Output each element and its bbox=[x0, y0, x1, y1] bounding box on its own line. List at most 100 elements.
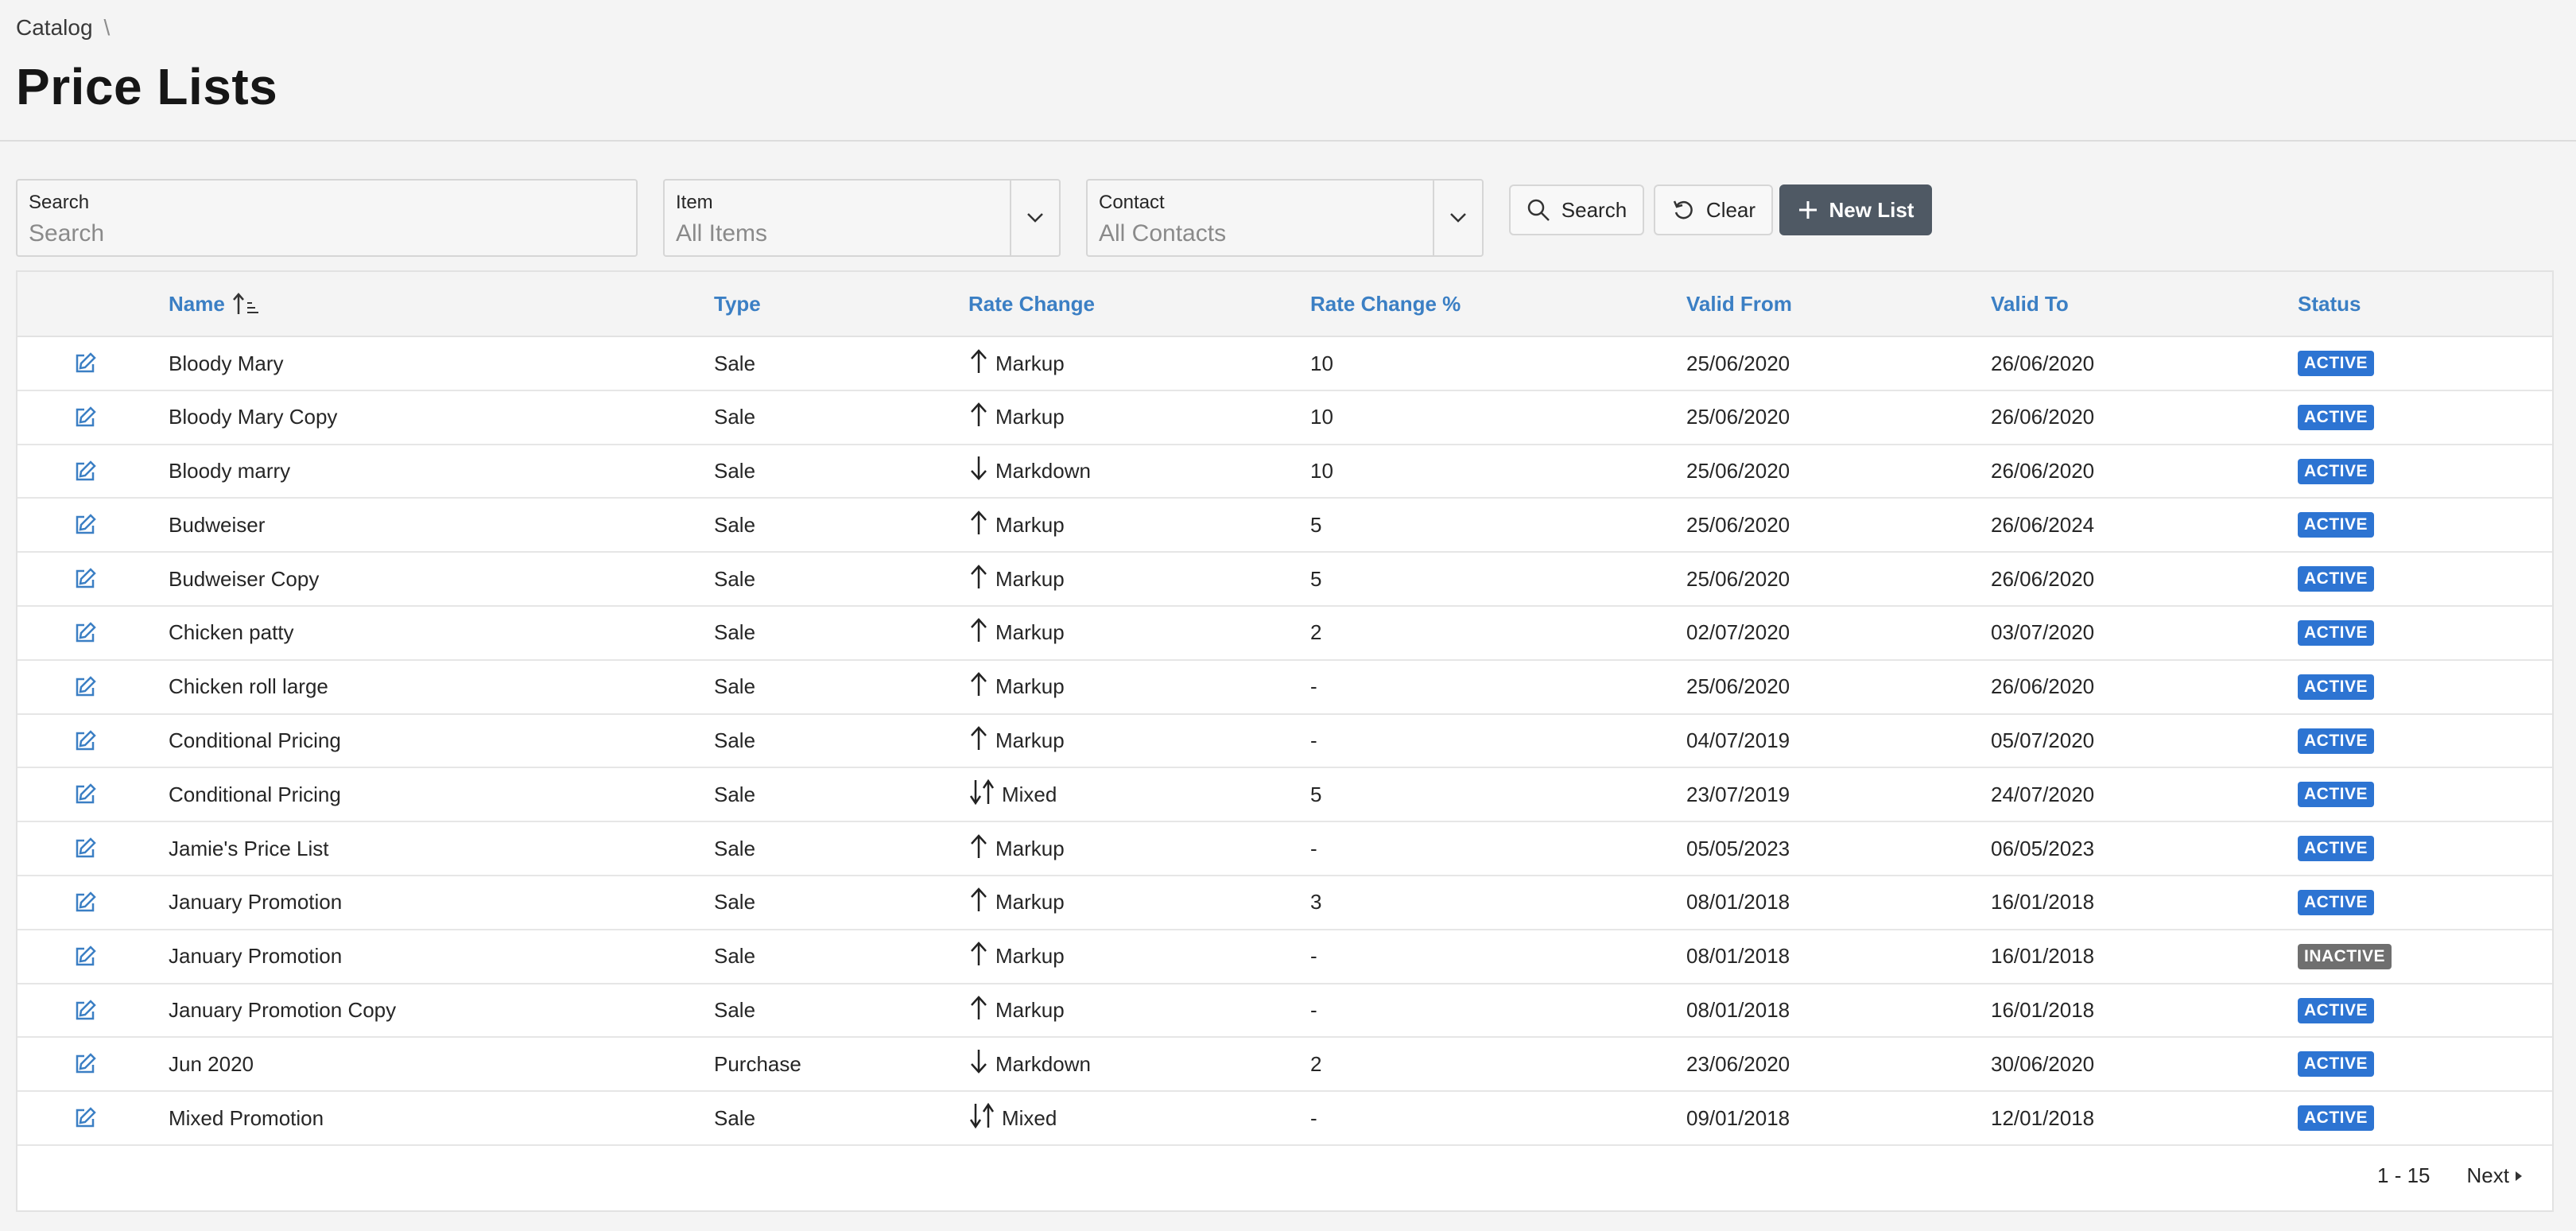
chevron-down-icon[interactable] bbox=[1433, 181, 1482, 255]
table-row[interactable]: Bloody marry Sale Markdown 10 25/06/2020 26/0… bbox=[17, 445, 2552, 499]
rate-change-label: Markup bbox=[995, 512, 1065, 537]
edit-icon[interactable] bbox=[73, 391, 97, 444]
row-valid-from: 25/06/2020 bbox=[1686, 405, 1790, 429]
row-valid-from: 08/01/2018 bbox=[1686, 890, 1790, 915]
search-input[interactable]: Search Search bbox=[16, 179, 638, 257]
edit-icon[interactable] bbox=[73, 445, 97, 498]
column-header-valid-to[interactable]: Valid To bbox=[1991, 272, 2069, 336]
row-rate-change: Markup bbox=[968, 822, 1065, 875]
row-name[interactable]: January Promotion bbox=[169, 930, 342, 983]
row-rate-change-pct: 2 bbox=[1310, 620, 1322, 645]
arrow-down-icon bbox=[968, 1048, 989, 1081]
row-status: ACTIVE bbox=[2298, 445, 2375, 498]
arrow-up-icon bbox=[968, 509, 989, 542]
status-badge: ACTIVE bbox=[2298, 782, 2375, 808]
row-name[interactable]: January Promotion Copy bbox=[169, 984, 396, 1037]
table-row[interactable]: Jamie's Price List Sale Markup - 05/05/2023 0… bbox=[17, 822, 2552, 876]
edit-icon[interactable] bbox=[73, 822, 97, 875]
row-status: ACTIVE bbox=[2298, 715, 2375, 767]
edit-icon[interactable] bbox=[73, 661, 97, 713]
table-row[interactable]: Conditional Pricing Sale Markup - 04/07/2019… bbox=[17, 715, 2552, 769]
row-type: Sale bbox=[714, 405, 756, 429]
row-name[interactable]: Chicken roll large bbox=[169, 661, 328, 713]
row-status: ACTIVE bbox=[2298, 1092, 2375, 1144]
row-name[interactable]: Bloody Mary Copy bbox=[169, 391, 337, 444]
row-valid-from: 25/06/2020 bbox=[1686, 459, 1790, 483]
new-list-button[interactable]: New List bbox=[1779, 184, 1932, 235]
item-select[interactable]: Item All Items bbox=[663, 179, 1061, 257]
chevron-down-icon[interactable] bbox=[1010, 181, 1059, 255]
breadcrumb-catalog[interactable]: Catalog bbox=[16, 15, 93, 41]
column-header-type[interactable]: Type bbox=[714, 272, 761, 336]
arrow-up-icon bbox=[968, 994, 989, 1027]
row-name[interactable]: Conditional Pricing bbox=[169, 768, 341, 821]
row-name[interactable]: Mixed Promotion bbox=[169, 1092, 324, 1144]
row-rate-change-pct: 5 bbox=[1310, 566, 1322, 591]
row-rate-change: Markup bbox=[968, 499, 1065, 551]
clear-button-label: Clear bbox=[1705, 197, 1756, 222]
row-name[interactable]: Conditional Pricing bbox=[169, 715, 341, 767]
table-row[interactable]: Jun 2020 Purchase Markdown 2 23/06/2020 30/06… bbox=[17, 1038, 2552, 1093]
row-rate-change-pct: - bbox=[1310, 836, 1317, 860]
row-name[interactable]: Chicken patty bbox=[169, 607, 294, 659]
table-row[interactable]: Budweiser Sale Markup 5 25/06/2020 26/06/2024… bbox=[17, 499, 2552, 553]
pagination: 1 - 15 Next bbox=[2377, 1163, 2524, 1188]
edit-icon[interactable] bbox=[73, 1092, 97, 1144]
edit-icon[interactable] bbox=[73, 499, 97, 551]
row-valid-to: 16/01/2018 bbox=[1991, 890, 2095, 915]
table-row[interactable]: Bloody Mary Sale Markup 10 25/06/2020 26/06/2… bbox=[17, 337, 2552, 391]
edit-icon[interactable] bbox=[73, 553, 97, 605]
table-row[interactable]: January Promotion Sale Markup - 08/01/2018 16… bbox=[17, 930, 2552, 984]
row-name[interactable]: Budweiser bbox=[169, 499, 265, 551]
edit-icon[interactable] bbox=[73, 715, 97, 767]
edit-icon[interactable] bbox=[73, 984, 97, 1037]
row-valid-from: 09/01/2018 bbox=[1686, 1105, 1790, 1130]
table-row[interactable]: Budweiser Copy Sale Markup 5 25/06/2020 26/06… bbox=[17, 553, 2552, 607]
rate-change-label: Mixed bbox=[1002, 1105, 1057, 1130]
column-header-name[interactable]: Name bbox=[169, 272, 260, 336]
table-row[interactable]: Chicken patty Sale Markup 2 02/07/2020 03/07/… bbox=[17, 607, 2552, 661]
rate-change-label: Markup bbox=[995, 728, 1065, 753]
table-row[interactable]: January Promotion Copy Sale Markup - 08/01/2… bbox=[17, 984, 2552, 1039]
row-type: Sale bbox=[714, 674, 756, 699]
row-valid-from: 23/06/2020 bbox=[1686, 1051, 1790, 1076]
row-name[interactable]: Jamie's Price List bbox=[169, 822, 328, 875]
search-button-label: Search bbox=[1561, 197, 1627, 222]
row-name[interactable]: Jun 2020 bbox=[169, 1038, 254, 1090]
row-name[interactable]: Budweiser Copy bbox=[169, 553, 319, 605]
edit-icon[interactable] bbox=[73, 607, 97, 659]
row-status: ACTIVE bbox=[2298, 768, 2375, 821]
column-header-rate-change-pct[interactable]: Rate Change % bbox=[1310, 272, 1461, 336]
column-header-valid-from[interactable]: Valid From bbox=[1686, 272, 1792, 336]
row-name[interactable]: Bloody Mary bbox=[169, 337, 284, 390]
row-type: Sale bbox=[714, 998, 756, 1023]
row-rate-change: Markup bbox=[968, 553, 1065, 605]
column-header-rate-change[interactable]: Rate Change bbox=[968, 272, 1095, 336]
sort-ascending-icon[interactable] bbox=[231, 292, 260, 316]
search-button[interactable]: Search bbox=[1509, 184, 1644, 235]
rate-change-label: Markup bbox=[995, 998, 1065, 1023]
edit-icon[interactable] bbox=[73, 337, 97, 390]
contact-select[interactable]: Contact All Contacts bbox=[1086, 179, 1484, 257]
column-name-label: Name bbox=[169, 291, 225, 316]
row-rate-change: Markup bbox=[968, 984, 1065, 1037]
row-name[interactable]: Bloody marry bbox=[169, 445, 290, 498]
row-status: ACTIVE bbox=[2298, 984, 2375, 1037]
row-rate-change-pct: 10 bbox=[1310, 405, 1333, 429]
next-page-button[interactable]: Next bbox=[2467, 1163, 2524, 1188]
arrow-up-icon bbox=[968, 670, 989, 703]
table-row[interactable]: Conditional Pricing Sale Mixed 5 23/07/2019 2… bbox=[17, 768, 2552, 823]
clear-button[interactable]: Clear bbox=[1654, 184, 1773, 235]
row-rate-change-pct: 5 bbox=[1310, 512, 1322, 537]
edit-icon[interactable] bbox=[73, 768, 97, 821]
edit-icon[interactable] bbox=[73, 930, 97, 983]
table-row[interactable]: January Promotion Sale Markup 3 08/01/2018 16… bbox=[17, 876, 2552, 930]
row-name[interactable]: January Promotion bbox=[169, 876, 342, 929]
column-header-status[interactable]: Status bbox=[2298, 272, 2361, 336]
row-rate-change-pct: 10 bbox=[1310, 351, 1333, 375]
table-row[interactable]: Chicken roll large Sale Markup - 25/06/2020 2… bbox=[17, 661, 2552, 715]
table-row[interactable]: Mixed Promotion Sale Mixed - 09/01/2018 12/01… bbox=[17, 1092, 2552, 1146]
edit-icon[interactable] bbox=[73, 1038, 97, 1090]
table-row[interactable]: Bloody Mary Copy Sale Markup 10 25/06/2020 26… bbox=[17, 391, 2552, 445]
edit-icon[interactable] bbox=[73, 876, 97, 929]
